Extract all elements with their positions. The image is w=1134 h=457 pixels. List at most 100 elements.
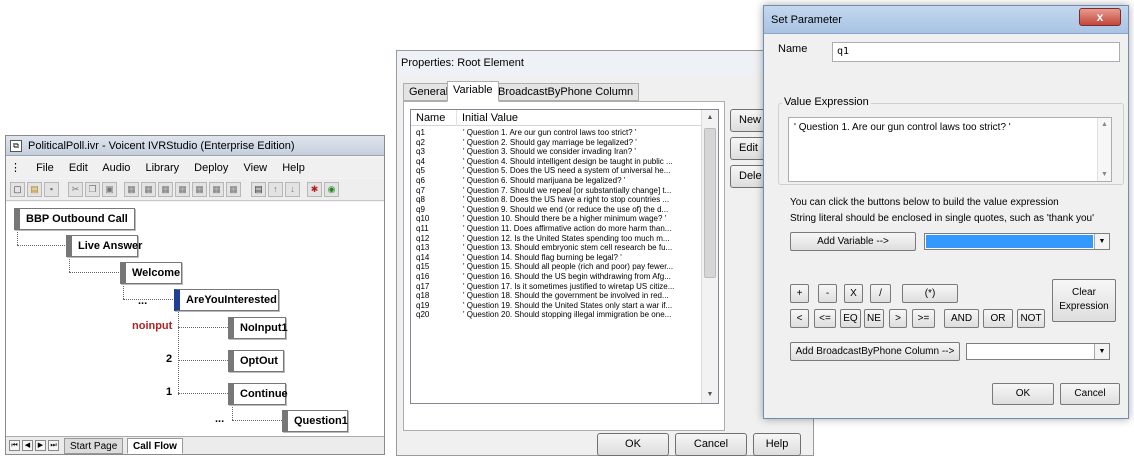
table-row[interactable]: q9 ' Question 9. Should we end (or reduce…	[411, 205, 701, 214]
menu-deploy[interactable]: Deploy	[194, 162, 228, 174]
op-and-button[interactable]: AND	[944, 309, 979, 328]
insert-grid-icon[interactable]: ▦	[175, 182, 190, 197]
op-minus-button[interactable]: -	[818, 284, 837, 303]
insert-prompt-icon[interactable]: ▦	[141, 182, 156, 197]
insert-node-icon[interactable]: ▦	[124, 182, 139, 197]
node-question1[interactable]: Question1	[282, 410, 348, 432]
node-are-you-interested[interactable]: AreYouInterested	[174, 289, 279, 311]
menu-audio[interactable]: Audio	[102, 162, 130, 174]
chevron-down-icon[interactable]: ▼	[1094, 234, 1109, 249]
properties-icon[interactable]: ▤	[251, 182, 266, 197]
menu-edit[interactable]: Edit	[69, 162, 88, 174]
table-row[interactable]: q4 ' Question 4. Should intelligent desig…	[411, 157, 701, 166]
table-row[interactable]: q11 ' Question 11. Does affirmative actio…	[411, 224, 701, 233]
op-multiply-button[interactable]: X	[844, 284, 863, 303]
table-row[interactable]: q8 ' Question 8. Does the US have a right…	[411, 195, 701, 204]
list-scrollbar[interactable]: ▲ ▼	[701, 110, 718, 403]
cancel-button[interactable]: Cancel	[1060, 383, 1120, 405]
table-row[interactable]: q6 ' Question 6. Should marijuana be lega…	[411, 176, 701, 185]
scroll-down-icon[interactable]: ▼	[702, 387, 718, 403]
column-name[interactable]: Name	[411, 110, 457, 126]
node-continue[interactable]: Continue	[228, 383, 288, 405]
op-not-button[interactable]: NOT	[1017, 309, 1045, 328]
chevron-down-icon[interactable]: ▼	[1094, 344, 1109, 359]
op-lt-button[interactable]: <	[790, 309, 809, 328]
clear-expression-button[interactable]: Clear Expression	[1052, 279, 1116, 322]
table-row[interactable]: q5 ' Question 5. Does the US need a syste…	[411, 166, 701, 175]
menu-library[interactable]: Library	[145, 162, 179, 174]
op-divide-button[interactable]: /	[870, 284, 891, 303]
copy-icon[interactable]: ❐	[85, 182, 100, 197]
table-row[interactable]: q14 ' Question 14. Should flag burning be…	[411, 253, 701, 262]
expression-textarea[interactable]: ' Question 1. Are our gun control laws t…	[788, 117, 1112, 182]
table-row[interactable]: q10 ' Question 10. Should there be a high…	[411, 214, 701, 223]
column-initial-value[interactable]: Initial Value	[457, 110, 701, 126]
prev-tab-icon[interactable]: ◀	[22, 440, 33, 451]
node-welcome[interactable]: Welcome	[120, 262, 182, 284]
paste-icon[interactable]: ▣	[102, 182, 117, 197]
open-folder-icon[interactable]: ▤	[27, 182, 42, 197]
insert-transfer-icon[interactable]: ▦	[209, 182, 224, 197]
node-bbp-outbound-call[interactable]: BBP Outbound Call	[14, 208, 135, 230]
table-row[interactable]: q12 ' Question 12. Is the United States s…	[411, 234, 701, 243]
op-gt-button[interactable]: >	[889, 309, 907, 328]
op-or-button[interactable]: OR	[983, 309, 1013, 328]
run-icon[interactable]: ◉	[324, 182, 339, 197]
table-row[interactable]: q18 ' Question 18. Should the government …	[411, 291, 701, 300]
tab-broadcastbyphone-column[interactable]: BroadcastByPhone Column	[492, 83, 640, 101]
variable-list[interactable]: Name Initial Value ▲ ▼ q1 ' Question 1. A…	[410, 109, 719, 404]
name-field[interactable]: q1	[832, 42, 1120, 62]
table-row[interactable]: q2 ' Question 2. Should gay marriage be l…	[411, 138, 701, 147]
table-row[interactable]: q20 ' Question 20. Should stopping illega…	[411, 310, 701, 319]
table-row[interactable]: q19 ' Question 19. Should the United Stat…	[411, 301, 701, 310]
move-down-icon[interactable]: ↓	[285, 182, 300, 197]
table-row[interactable]: q16 ' Question 16. Should the US begin wi…	[411, 272, 701, 281]
node-noinput1[interactable]: NoInput1	[228, 317, 288, 339]
op-plus-button[interactable]: +	[790, 284, 809, 303]
tab-start-page[interactable]: Start Page	[64, 438, 124, 454]
table-row[interactable]: q15 ' Question 15. Should all people (ric…	[411, 262, 701, 271]
next-tab-icon[interactable]: ▶	[35, 440, 46, 451]
ok-button[interactable]: OK	[597, 433, 669, 456]
cancel-button[interactable]: Cancel	[675, 433, 747, 456]
save-icon[interactable]: ▪	[44, 182, 59, 197]
op-le-button[interactable]: <=	[814, 309, 836, 328]
ok-button[interactable]: OK	[992, 383, 1054, 405]
table-row[interactable]: q17 ' Question 17. Is it sometimes justif…	[411, 282, 701, 291]
menu-view[interactable]: View	[243, 162, 267, 174]
table-row[interactable]: q13 ' Question 13. Should embryonic stem …	[411, 243, 701, 252]
add-broadcastbyphone-column-button[interactable]: Add BroadcastByPhone Column -->	[790, 342, 960, 361]
scroll-up-icon[interactable]: ▲	[702, 110, 718, 126]
new-file-icon[interactable]: ▢	[10, 182, 25, 197]
menu-file[interactable]: File	[36, 162, 54, 174]
node-optout[interactable]: OptOut	[228, 350, 284, 372]
op-eq-button[interactable]: EQ	[840, 309, 861, 328]
cut-icon[interactable]: ✂	[68, 182, 83, 197]
table-row[interactable]: q3 ' Question 3. Should we consider invad…	[411, 147, 701, 156]
table-row[interactable]: q7 ' Question 7. Should we repeal [or sub…	[411, 186, 701, 195]
variable-select[interactable]: ▼	[924, 233, 1110, 250]
debug-icon[interactable]: ✱	[307, 182, 322, 197]
call-flow-canvas[interactable]: BBP Outbound Call Live Answer Welcome Ar…	[6, 202, 384, 436]
tab-variable[interactable]: Variable	[447, 81, 499, 102]
scroll-up-icon[interactable]: ▲	[1101, 121, 1108, 128]
close-icon[interactable]: x	[1079, 8, 1121, 26]
op-ne-button[interactable]: NE	[864, 309, 884, 328]
help-button[interactable]: Help	[753, 433, 801, 456]
column-select[interactable]: ▼	[966, 343, 1110, 360]
scroll-thumb[interactable]	[704, 128, 716, 278]
add-variable-button[interactable]: Add Variable -->	[790, 232, 916, 251]
insert-choice-icon[interactable]: ▦	[158, 182, 173, 197]
op-ge-button[interactable]: >=	[912, 309, 935, 328]
node-live-answer[interactable]: Live Answer	[66, 235, 142, 257]
menu-help[interactable]: Help	[282, 162, 305, 174]
last-tab-icon[interactable]: ⏭	[48, 440, 59, 451]
tab-call-flow[interactable]: Call Flow	[127, 438, 183, 454]
op-parentheses-button[interactable]: (*)	[902, 284, 958, 303]
scroll-down-icon[interactable]: ▼	[1101, 171, 1108, 178]
move-up-icon[interactable]: ↑	[268, 182, 283, 197]
insert-hangup-icon[interactable]: ▦	[226, 182, 241, 197]
first-tab-icon[interactable]: ⏮	[9, 440, 20, 451]
insert-record-icon[interactable]: ▦	[192, 182, 207, 197]
table-row[interactable]: q1 ' Question 1. Are our gun control laws…	[411, 128, 701, 137]
